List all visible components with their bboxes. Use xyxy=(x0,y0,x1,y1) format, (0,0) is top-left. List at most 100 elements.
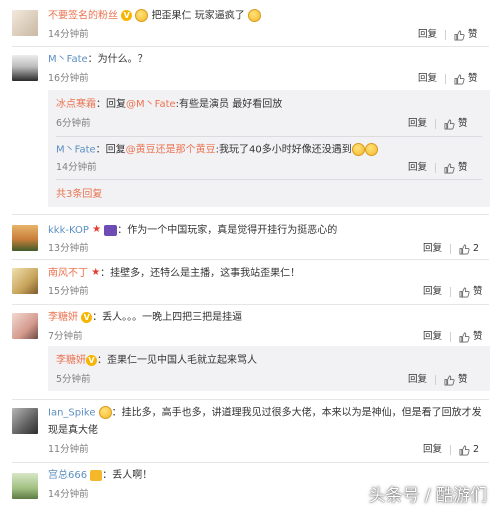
username[interactable]: 宫总666 xyxy=(48,470,87,481)
comment-text: ：丢人啊！ xyxy=(102,470,153,481)
comment-text: ：挂壁多，还特么是主播，这事我站歪果仁！ xyxy=(100,268,301,279)
comment-text: ：挂比多，高手也多，讲道理我见过很多大佬，本来以为是神仙，但是看了回放才发 xyxy=(111,407,482,419)
mention-link[interactable]: @M丶Fate xyxy=(126,99,176,110)
comment-3: kkk-KOP ★ ：作为一个中国玩家，真是觉得开挂行为挺恶心的 13分钟前 回… xyxy=(0,215,499,259)
reply-button[interactable]: 回复 xyxy=(423,331,442,343)
comment-actions: 回复 2 xyxy=(423,444,479,457)
thumb-up-icon[interactable] xyxy=(459,445,470,456)
like-button[interactable]: 赞 xyxy=(468,73,478,85)
reply-prefix: ：回复 xyxy=(95,144,126,156)
username[interactable]: 不要签名的粉丝 xyxy=(48,11,118,22)
avatar[interactable] xyxy=(12,10,38,36)
reply-button[interactable]: 回复 xyxy=(408,118,427,130)
timestamp: 6分钟前 xyxy=(56,118,91,129)
thumb-up-icon[interactable] xyxy=(444,375,455,386)
grimace-emoji-icon xyxy=(247,9,261,22)
reply-button[interactable]: 回复 xyxy=(418,29,437,41)
crying-emoji-icon xyxy=(351,143,365,156)
thumb-up-icon[interactable] xyxy=(459,244,470,255)
timestamp: 13分钟前 xyxy=(48,243,89,254)
reply-item: 李糖妍 V ：歪果仁一见中国人毛就立起来骂人 5分钟前 回复 赞 xyxy=(48,346,490,391)
level-badge-icon xyxy=(104,224,118,236)
reply-thread: 李糖妍 V ：歪果仁一见中国人毛就立起来骂人 5分钟前 回复 赞 xyxy=(48,346,490,391)
reply-button[interactable]: 回复 xyxy=(423,286,442,298)
like-button[interactable]: 赞 xyxy=(458,374,468,386)
reply-text: :我玩了40多小时好像还没遇到 xyxy=(215,144,352,156)
laugh-emoji-icon xyxy=(135,9,149,22)
avatar[interactable] xyxy=(12,268,38,294)
like-button[interactable]: 赞 xyxy=(473,286,483,298)
reply-username[interactable]: 李糖妍 xyxy=(56,355,86,366)
like-count[interactable]: 2 xyxy=(473,444,479,456)
comment-actions: 回复 赞 xyxy=(418,29,478,42)
thumb-up-icon[interactable] xyxy=(444,119,455,130)
timestamp: 16分钟前 xyxy=(48,73,89,84)
reply-item: 冰点寒霜：回复@M丶Fate:有些是演员 最好看回放 6分钟前 回复 赞 xyxy=(48,90,490,136)
username[interactable]: 南风不丁 xyxy=(48,268,88,279)
star-badge-icon: ★ xyxy=(92,224,102,235)
avatar[interactable] xyxy=(12,408,38,434)
thumb-up-icon[interactable] xyxy=(454,74,465,85)
reply-actions: 回复 赞 xyxy=(408,374,468,387)
username[interactable]: Ian_Spike xyxy=(48,408,95,419)
timestamp: 14分钟前 xyxy=(48,489,89,500)
like-button[interactable]: 赞 xyxy=(473,331,483,343)
username[interactable]: 李糖妍 xyxy=(48,312,78,323)
reply-button[interactable]: 回复 xyxy=(418,73,437,85)
reply-username[interactable]: 冰点寒霜 xyxy=(56,99,96,110)
reply-text: ：歪果仁一见中国人毛就立起来骂人 xyxy=(97,355,257,366)
username[interactable]: kkk-KOP xyxy=(48,225,89,236)
member-badge-icon xyxy=(90,469,103,481)
thumb-up-icon[interactable] xyxy=(459,287,470,298)
reply-username[interactable]: M丶Fate xyxy=(56,145,96,156)
timestamp: 7分钟前 xyxy=(48,331,83,342)
comment-4: 南风不丁 ★：挂壁多，还特么是主播，这事我站歪果仁！ 15分钟前 回复 赞 xyxy=(0,260,499,304)
like-button[interactable]: 赞 xyxy=(458,162,468,174)
like-button[interactable]: 赞 xyxy=(458,118,468,130)
verified-badge-icon: V xyxy=(121,10,133,21)
watermark: 头条号 / 酷游们 xyxy=(368,486,487,506)
reply-prefix: ：回复 xyxy=(96,99,126,110)
crying-emoji-icon xyxy=(364,143,378,156)
divider xyxy=(56,179,482,180)
timestamp: 11分钟前 xyxy=(48,444,89,455)
timestamp: 14分钟前 xyxy=(56,162,97,173)
thumb-up-icon[interactable] xyxy=(444,163,455,174)
thumb-up-icon[interactable] xyxy=(459,332,470,343)
comment-text-continued: 现是真大佬 xyxy=(48,425,98,436)
mention-link[interactable]: @黄豆还是那个黄豆 xyxy=(126,145,216,156)
verified-badge-icon: V xyxy=(81,311,93,323)
like-count[interactable]: 2 xyxy=(473,243,479,255)
like-button[interactable]: 赞 xyxy=(468,29,478,41)
reply-actions: 回复 赞 xyxy=(408,118,468,131)
comment-5: 李糖妍 V ：丢人。。。一晚上四把三把是挂逼 7分钟前 回复 赞 xyxy=(0,305,499,349)
timestamp: 15分钟前 xyxy=(48,286,89,297)
reply-text: :有些是演员 最好看回放 xyxy=(175,99,283,110)
timestamp: 14分钟前 xyxy=(48,29,89,40)
reply-button[interactable]: 回复 xyxy=(423,243,442,255)
reply-button[interactable]: 回复 xyxy=(408,162,427,174)
avatar[interactable] xyxy=(12,225,38,251)
avatar[interactable] xyxy=(12,473,38,499)
timestamp: 5分钟前 xyxy=(56,374,91,385)
sweat-emoji-icon xyxy=(98,406,112,419)
reply-button[interactable]: 回复 xyxy=(423,444,442,456)
thumb-up-icon[interactable] xyxy=(454,30,465,41)
avatar[interactable] xyxy=(12,313,38,339)
comment-text: ：丢人。。。一晚上四把三把是挂逼 xyxy=(92,312,243,323)
username[interactable]: M丶Fate xyxy=(48,54,88,65)
more-replies-link[interactable]: 共3条回复 xyxy=(56,188,102,202)
comment-actions: 回复 赞 xyxy=(423,331,483,344)
reply-button[interactable]: 回复 xyxy=(408,374,427,386)
comment-text: ：作为一个中国玩家，真是觉得开挂行为挺恶心的 xyxy=(117,225,338,236)
verified-badge-icon: V xyxy=(86,354,97,366)
reply-item: M丶Fate：回复@黄豆还是那个黄豆:我玩了40多小时好像还没遇到 14分钟前 … xyxy=(48,137,490,179)
comment-text: ：为什么。？ xyxy=(87,54,148,65)
comment-6: Ian_Spike ：挂比多，高手也多，讲道理我见过很多大佬，本来以为是神仙，但… xyxy=(0,400,499,460)
comment-actions: 回复 2 xyxy=(423,243,479,256)
comment-actions: 回复 赞 xyxy=(418,73,478,86)
comment-1: 不要签名的粉丝 V 把歪果仁 玩家逼疯了 14分钟前 回复 赞 xyxy=(0,0,499,44)
avatar[interactable] xyxy=(12,55,38,81)
star-badge-icon: ★ xyxy=(91,267,101,278)
comment-text: 把歪果仁 玩家逼疯了 xyxy=(151,10,245,22)
